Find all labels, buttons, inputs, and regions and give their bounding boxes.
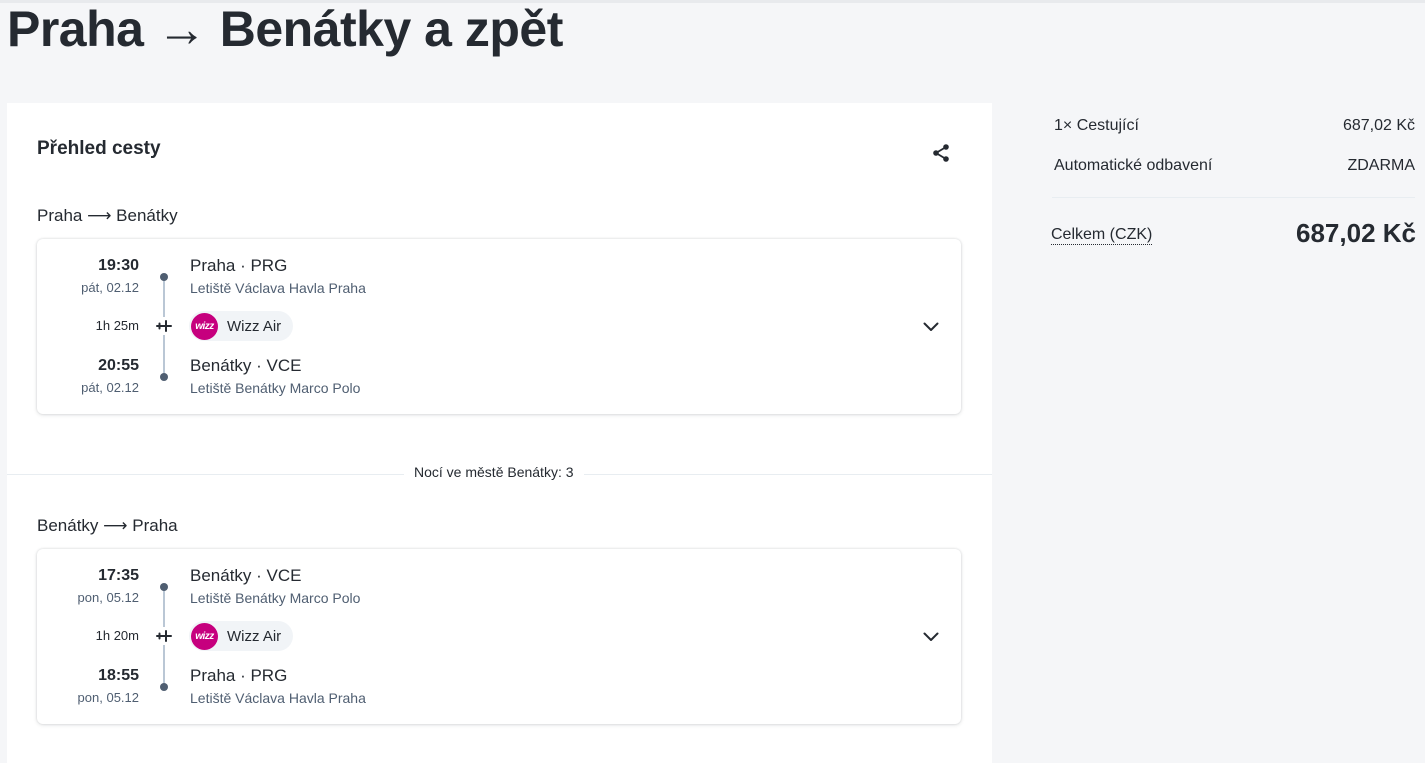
summary-divider [1052,197,1415,198]
arrival-date: pát, 02.12 [81,380,139,395]
chevron-down-icon [923,632,939,641]
overview-title: Přehled cesty [37,138,161,159]
departure-airport: Letiště Benátky Marco Polo [190,590,361,606]
carrier-badge: wizz Wizz Air [189,621,294,651]
arrival-airport: Letiště Benátky Marco Polo [190,380,361,396]
arrival-time: 18:55 [98,667,139,684]
departure-station: Praha · PRG [190,256,288,275]
departure-time: 17:35 [98,567,139,584]
expand-button[interactable] [921,317,941,337]
departure-station: Benátky · VCE [190,566,302,585]
summary-passengers: 1× Cestující 687,02 Kč [1054,117,1415,135]
flight-card-outbound[interactable]: 19:30 pát, 02.12 1h 25m 20:55 pát, 02.12… [37,239,961,414]
carrier-name: Wizz Air [227,317,282,335]
arrival-dot [160,373,168,381]
departure-time: 19:30 [98,257,139,274]
arrival-date: pon, 05.12 [77,690,139,705]
wizz-air-logo: wizz [191,312,218,340]
carrier-badge: wizz Wizz Air [189,311,294,341]
total-label[interactable]: Celkem (CZK) [1051,226,1153,246]
plane-icon [155,317,173,335]
carrier-name: Wizz Air [227,627,282,645]
departure-airport: Letiště Václava Havla Praha [190,280,366,296]
arrival-airport: Letiště Václava Havla Praha [190,690,366,706]
arrival-dot [160,683,168,691]
departure-dot [160,583,168,591]
checkin-price: ZDARMA [1347,157,1415,174]
flight-duration: 1h 20m [95,628,139,643]
departure-date: pát, 02.12 [81,280,139,295]
wizz-air-logo: wizz [191,622,218,650]
departure-dot [160,273,168,281]
passengers-price: 687,02 Kč [1342,117,1415,134]
arrival-station: Benátky · VCE [190,356,302,375]
checkin-label: Automatické odbavení [1054,157,1213,174]
arrival-time: 20:55 [98,357,139,374]
flight-duration: 1h 25m [95,318,139,333]
segment-title-outbound: Praha ⟶ Benátky [37,206,178,225]
segment-title-return: Benátky ⟶ Praha [37,516,178,535]
passengers-label: 1× Cestující [1054,117,1139,134]
page-title: Praha → Benátky a zpět [7,1,563,57]
share-icon [933,144,949,162]
summary-checkin: Automatické odbavení ZDARMA [1054,157,1415,175]
chevron-down-icon [923,322,939,331]
share-button[interactable] [929,141,953,165]
departure-date: pon, 05.12 [77,590,139,605]
flight-card-return[interactable]: 17:35 pon, 05.12 1h 20m 18:55 pon, 05.12… [37,549,961,724]
arrival-station: Praha · PRG [190,666,288,685]
expand-button[interactable] [921,627,941,647]
trip-overview-card: Přehled cesty Praha ⟶ Benátky 19:30 pát,… [7,103,992,763]
nights-label: Nocí ve městě Benátky: 3 [404,464,584,480]
total-price: 687,02 Kč [1296,218,1416,248]
plane-icon [155,627,173,645]
